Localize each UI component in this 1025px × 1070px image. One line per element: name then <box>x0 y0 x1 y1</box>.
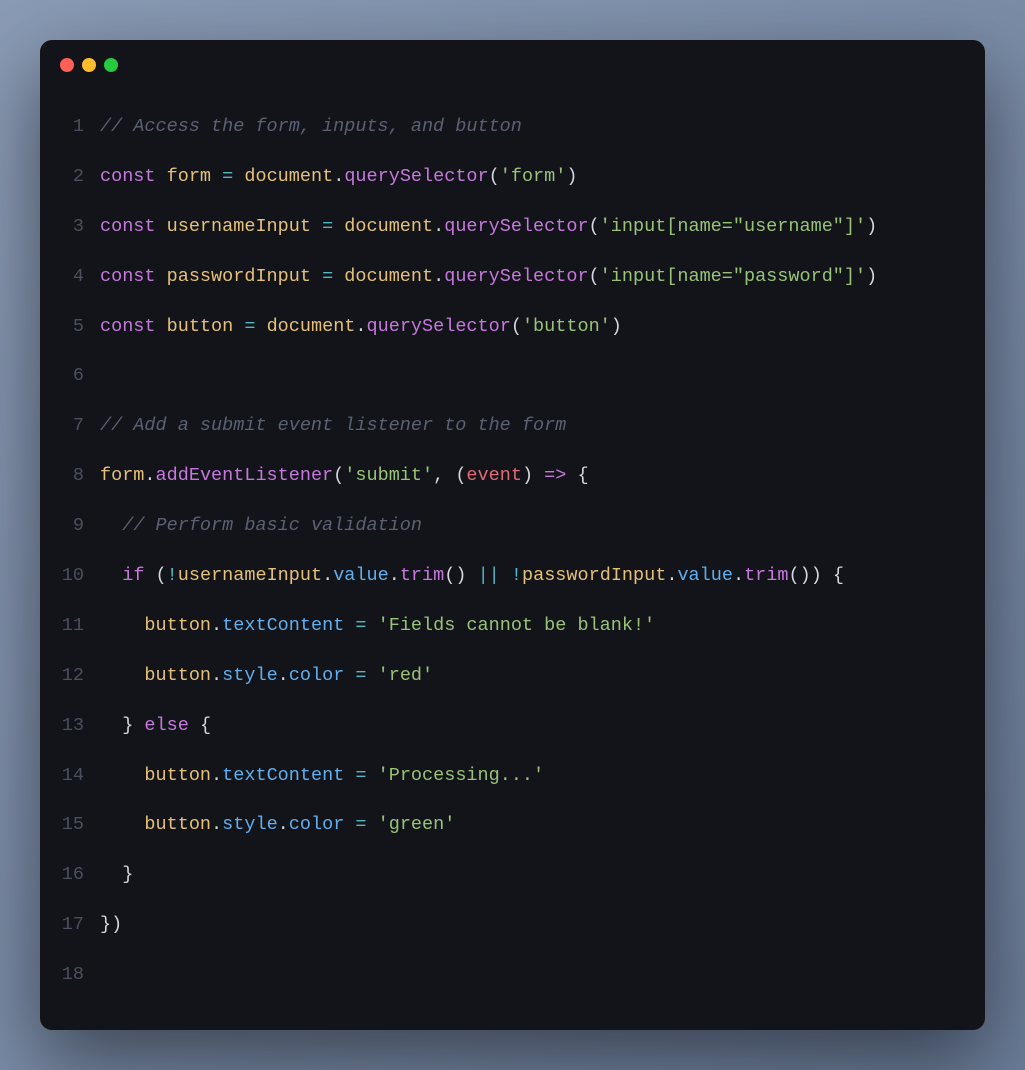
line-number: 10 <box>60 563 100 589</box>
code-line: 9 // Perform basic validation <box>60 501 965 551</box>
code-line: 13 } else { <box>60 701 965 751</box>
code-editor[interactable]: 1// Access the form, inputs, and button2… <box>40 82 985 1030</box>
code-line: 18 <box>60 950 965 1000</box>
code-content: const passwordInput = document.querySele… <box>100 264 877 290</box>
code-content: const usernameInput = document.querySele… <box>100 214 877 240</box>
code-line: 5const button = document.querySelector('… <box>60 302 965 352</box>
code-content: } else { <box>100 713 211 739</box>
line-number: 9 <box>60 513 100 539</box>
code-content: // Perform basic validation <box>100 513 422 539</box>
code-line: 15 button.style.color = 'green' <box>60 800 965 850</box>
code-line: 4const passwordInput = document.querySel… <box>60 252 965 302</box>
line-number: 7 <box>60 413 100 439</box>
code-line: 12 button.style.color = 'red' <box>60 651 965 701</box>
code-line: 16 } <box>60 850 965 900</box>
code-content: }) <box>100 912 122 938</box>
code-window: 1// Access the form, inputs, and button2… <box>40 40 985 1030</box>
maximize-icon[interactable] <box>104 58 118 72</box>
line-number: 15 <box>60 812 100 838</box>
code-line: 11 button.textContent = 'Fields cannot b… <box>60 601 965 651</box>
code-content: if (!usernameInput.value.trim() || !pass… <box>100 563 844 589</box>
line-number: 11 <box>60 613 100 639</box>
code-content: // Access the form, inputs, and button <box>100 114 522 140</box>
code-content: form.addEventListener('submit', (event) … <box>100 463 589 489</box>
line-number: 17 <box>60 912 100 938</box>
line-number: 5 <box>60 314 100 340</box>
line-number: 14 <box>60 763 100 789</box>
line-number: 16 <box>60 862 100 888</box>
code-line: 7// Add a submit event listener to the f… <box>60 401 965 451</box>
code-content: const form = document.querySelector('for… <box>100 164 577 190</box>
line-number: 12 <box>60 663 100 689</box>
code-content <box>100 363 111 389</box>
code-line: 2const form = document.querySelector('fo… <box>60 152 965 202</box>
minimize-icon[interactable] <box>82 58 96 72</box>
close-icon[interactable] <box>60 58 74 72</box>
code-line: 1// Access the form, inputs, and button <box>60 102 965 152</box>
code-content: button.style.color = 'green' <box>100 812 455 838</box>
window-titlebar <box>40 40 985 82</box>
line-number: 13 <box>60 713 100 739</box>
code-line: 8form.addEventListener('submit', (event)… <box>60 451 965 501</box>
code-line: 3const usernameInput = document.querySel… <box>60 202 965 252</box>
code-content: // Add a submit event listener to the fo… <box>100 413 566 439</box>
line-number: 6 <box>60 363 100 389</box>
line-number: 4 <box>60 264 100 290</box>
code-line: 14 button.textContent = 'Processing...' <box>60 751 965 801</box>
line-number: 18 <box>60 962 100 988</box>
code-content: const button = document.querySelector('b… <box>100 314 622 340</box>
line-number: 3 <box>60 214 100 240</box>
code-content <box>100 962 111 988</box>
code-content: button.textContent = 'Fields cannot be b… <box>100 613 655 639</box>
code-line: 10 if (!usernameInput.value.trim() || !p… <box>60 551 965 601</box>
code-line: 17}) <box>60 900 965 950</box>
line-number: 1 <box>60 114 100 140</box>
code-line: 6 <box>60 351 965 401</box>
line-number: 8 <box>60 463 100 489</box>
line-number: 2 <box>60 164 100 190</box>
code-content: button.textContent = 'Processing...' <box>100 763 544 789</box>
code-content: button.style.color = 'red' <box>100 663 433 689</box>
code-content: } <box>100 862 133 888</box>
